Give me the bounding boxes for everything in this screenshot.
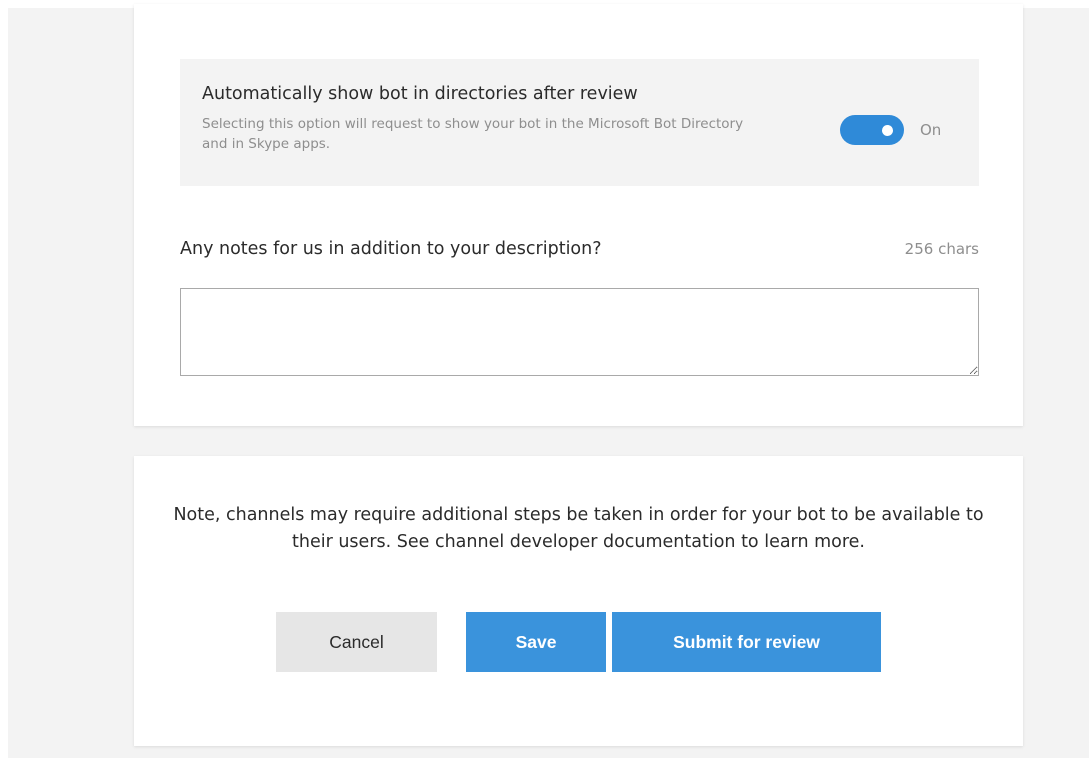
toggle-knob bbox=[882, 125, 893, 136]
cancel-button[interactable]: Cancel bbox=[276, 612, 437, 672]
toggle-state-label: On bbox=[920, 121, 942, 139]
notes-label: Any notes for us in addition to your des… bbox=[180, 239, 602, 259]
submit-for-review-button[interactable]: Submit for review bbox=[612, 612, 881, 672]
directory-option-description: Selecting this option will request to sh… bbox=[202, 116, 744, 152]
submit-card: Note, channels may require additional st… bbox=[134, 456, 1023, 746]
directory-option-panel: Automatically show bot in directories af… bbox=[180, 59, 979, 186]
bot-settings-card: Automatically show bot in directories af… bbox=[134, 4, 1023, 426]
directory-visibility-toggle[interactable] bbox=[840, 115, 904, 145]
channels-note: Note, channels may require additional st… bbox=[173, 505, 984, 552]
page-background: Automatically show bot in directories af… bbox=[8, 4, 1089, 758]
directory-option-title: Automatically show bot in directories af… bbox=[202, 84, 638, 104]
notes-char-count: 256 chars bbox=[904, 240, 979, 258]
save-button[interactable]: Save bbox=[466, 612, 606, 672]
notes-textarea[interactable] bbox=[180, 288, 979, 376]
